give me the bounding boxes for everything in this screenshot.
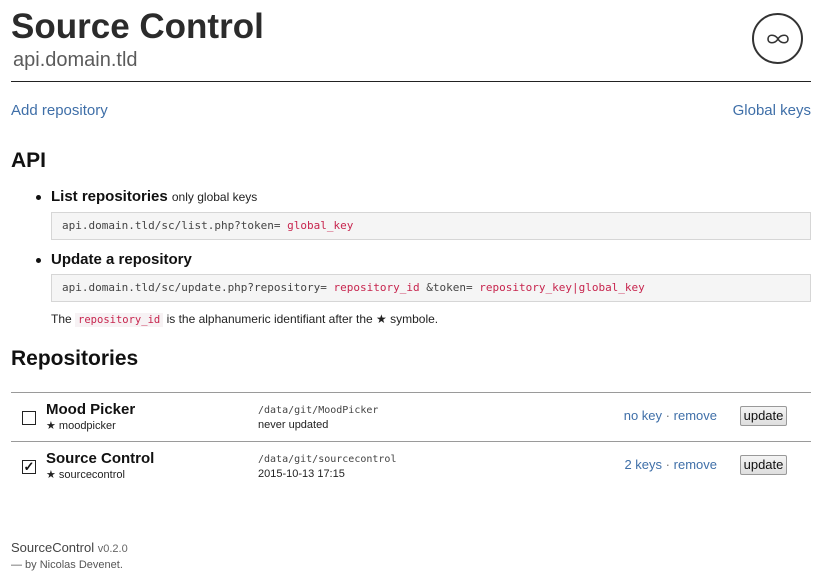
separator: · [665,408,671,423]
api-update-title: Update a repository [51,251,192,268]
repo-path: /data/git/sourcecontrol [258,454,397,465]
repo-id: ★ moodpicker [46,420,116,432]
url-var-token: global_key [287,219,354,232]
inline-code: repository_id [75,313,164,327]
url-text-mid: &token= [426,281,473,294]
checkmark-icon: ✓ [23,459,35,474]
add-repository-link[interactable]: Add repository [11,102,108,120]
infinity-icon [752,13,803,64]
repo-name: Mood Picker [46,401,136,418]
url-text: api.domain.tld/sc/list.php?token= [62,219,281,232]
repo-actions: 2 keys · remove [624,457,717,473]
repo-id: ★ sourcecontrol [46,469,125,481]
repo-actions: no key · remove [624,408,717,424]
repo-remove-link[interactable]: remove [674,408,717,423]
api-list-url: api.domain.tld/sc/list.php?token= global… [51,212,811,240]
bullet [36,258,41,263]
url-var-repository: repository_id [333,281,420,294]
repo-updated: 2015-10-13 17:15 [258,468,345,480]
api-list-item: List repositories only global keys [51,188,257,206]
update-button[interactable]: update [740,455,787,475]
footer-app: SourceControl v0.2.0 [11,540,128,557]
bullet [36,195,41,200]
table-row: Mood Picker ★ moodpicker /data/git/MoodP… [11,393,811,441]
update-button[interactable]: update [740,406,787,426]
repo-updated: never updated [258,419,329,431]
global-keys-link[interactable]: Global keys [733,102,811,120]
api-list-note: only global keys [171,190,258,204]
repo-name: Source Control [46,450,155,467]
header-divider [11,81,811,82]
footer-version: v0.2.0 [97,543,128,555]
repositories-heading: Repositories [11,347,139,370]
url-var-token: repository_key|global_key [479,281,645,294]
api-update-url: api.domain.tld/sc/update.php?repository=… [51,274,811,302]
repo-checkbox[interactable] [22,411,36,425]
table-row: ✓ Source Control ★ sourcecontrol /data/g… [11,442,811,490]
api-heading: API [11,149,47,172]
explanation-text: The [51,312,72,326]
repo-remove-link[interactable]: remove [674,457,717,472]
repo-keys-link[interactable]: no key [624,408,662,423]
footer-app-name: SourceControl [11,540,95,555]
repo-path: /data/git/MoodPicker [258,405,379,416]
explanation-text: is the alphanumeric identifiant after th… [166,312,439,326]
page-subtitle: api.domain.tld [13,49,138,71]
separator: · [665,457,671,472]
repo-keys-link[interactable]: 2 keys [624,457,662,472]
repo-checkbox[interactable]: ✓ [22,460,36,474]
repository-id-explanation: The repository_id is the alphanumeric id… [51,311,438,328]
page-title: Source Control [11,7,264,46]
api-list-title: List repositories [51,188,168,205]
url-text: api.domain.tld/sc/update.php?repository= [62,281,327,294]
footer-author: — by Nicolas Devenet. [11,559,123,571]
